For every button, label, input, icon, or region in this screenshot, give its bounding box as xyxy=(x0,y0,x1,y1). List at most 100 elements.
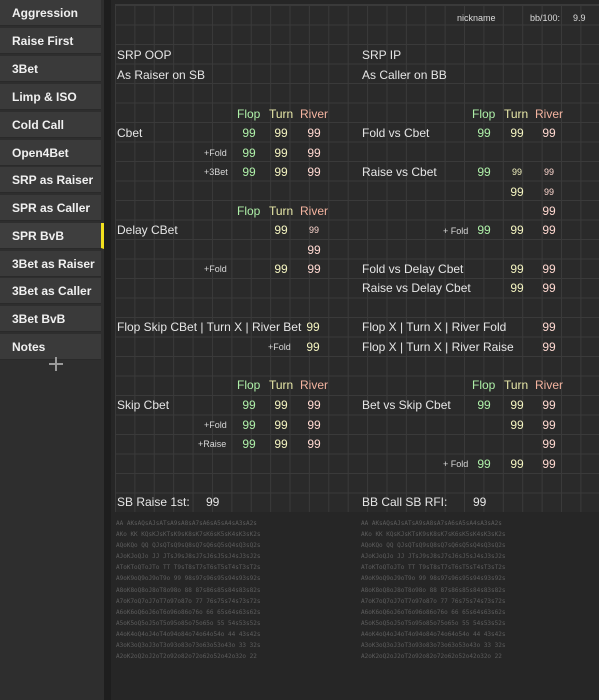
bb100-label: bb/100: xyxy=(530,13,561,23)
right-col-flop: Flop xyxy=(472,107,496,121)
bet-plus-fold-flop: 99 xyxy=(477,457,491,471)
left-range-grid: AA AKsAQsAJsATsA9sA8sA7sA6sA5sA4sA3sA2s … xyxy=(116,520,261,661)
sb-raise-first-label: SB Raise 1st: xyxy=(117,495,190,509)
plus-icon[interactable] xyxy=(49,356,65,372)
cbet-3bet-turn: 99 xyxy=(274,165,288,179)
flop-skip-fold-label: +Fold xyxy=(268,342,291,352)
left-col-turn: Turn xyxy=(269,107,294,121)
sidebar-item-aggression[interactable]: Aggression xyxy=(0,0,101,26)
raise-vs-cbet-flop: 99 xyxy=(477,165,491,179)
fold-vs-cbet-label: Fold vs Cbet xyxy=(362,126,430,140)
cbet-fold-river: 99 xyxy=(307,146,321,160)
delay-fold-turn: 99 xyxy=(274,262,288,276)
fold-vs-delay-river: 99 xyxy=(542,262,556,276)
sidebar-item-raise-first[interactable]: Raise First xyxy=(0,28,101,54)
cbet-fold-label: +Fold xyxy=(204,148,227,158)
bb-call-sb-rfi-label: BB Call SB RFI: xyxy=(362,495,448,509)
delay-fold-label: +Fold xyxy=(204,264,227,274)
right-col-river-2: River xyxy=(535,378,564,392)
sidebar-item-limp-iso[interactable]: Limp & ISO xyxy=(0,84,101,110)
delay-cbet-turn: 99 xyxy=(274,223,288,237)
fold-vs-cbet-turn: 99 xyxy=(510,126,524,140)
skip-fold-label: +Fold xyxy=(204,420,227,430)
skip-cbet-turn: 99 xyxy=(274,398,288,412)
fold-vs-cbet-flop: 99 xyxy=(477,126,491,140)
fold-vs-delay-label: Fold vs Delay Cbet xyxy=(362,262,464,276)
bet-plus-fold-river: 99 xyxy=(542,457,556,471)
skip-fold-river: 99 xyxy=(307,418,321,432)
bb100-value: 9.9 xyxy=(573,13,586,23)
sidebar-item-spr-as-caller[interactable]: SPR as Caller xyxy=(0,195,101,221)
cbet-river: 99 xyxy=(307,126,321,140)
raise-vs-cbet-river: 99 xyxy=(543,167,554,177)
left-col-turn-3: Turn xyxy=(269,378,294,392)
left-col-river: River xyxy=(300,107,329,121)
bet-vs-skip-flop: 99 xyxy=(477,398,491,412)
bet-vs-skip-label: Bet vs Skip Cbet xyxy=(362,398,451,412)
cbet-turn: 99 xyxy=(274,126,288,140)
flop-skip-river: 99 xyxy=(306,320,320,334)
cbet-fold-flop: 99 xyxy=(242,146,256,160)
left-col-flop-3: Flop xyxy=(237,378,261,392)
bet-vs-skip-river-3: 99 xyxy=(542,437,556,451)
skip-fold-flop: 99 xyxy=(242,418,256,432)
cbet-3bet-flop: 99 xyxy=(242,165,256,179)
sidebar-divider xyxy=(104,0,111,700)
skip-cbet-flop: 99 xyxy=(242,398,256,412)
bet-plus-fold-label: + Fold xyxy=(443,459,469,469)
bet-vs-skip-turn: 99 xyxy=(510,398,524,412)
sidebar-item-3bet-as-raiser[interactable]: 3Bet as Raiser xyxy=(0,251,101,277)
bet-vs-skip-river-2: 99 xyxy=(542,418,556,432)
delay-cbet-river: 99 xyxy=(308,225,319,235)
sidebar-item-3bet[interactable]: 3Bet xyxy=(0,56,101,82)
bb-call-sb-rfi-value: 99 xyxy=(473,495,487,509)
cbet-label: Cbet xyxy=(117,126,143,140)
left-title: SRP OOP xyxy=(117,48,172,62)
delay-plus-fold-river: 99 xyxy=(542,223,556,237)
sidebar-item-spr-bvb[interactable]: SPR BvB xyxy=(0,223,104,249)
skip-raise-flop: 99 xyxy=(242,437,256,451)
delay-fold-river: 99 xyxy=(307,262,321,276)
right-col-river: River xyxy=(535,107,564,121)
nickname-label: nickname xyxy=(457,13,496,23)
raise-vs-cbet-turn-2: 99 xyxy=(510,185,524,199)
bet-plus-fold-turn: 99 xyxy=(510,457,524,471)
skip-raise-turn: 99 xyxy=(274,437,288,451)
skip-raise-river: 99 xyxy=(307,437,321,451)
raise-vs-delay-turn: 99 xyxy=(510,281,524,295)
raise-vs-delay-label: Raise vs Delay Cbet xyxy=(362,281,471,295)
flop-x-fold-river: 99 xyxy=(542,320,556,334)
skip-fold-turn: 99 xyxy=(274,418,288,432)
flop-skip-label: Flop Skip CBet | Turn X | River Bet xyxy=(117,320,302,334)
main-panel: nickname bb/100: 9.9 SRP OOP As Raiser o… xyxy=(111,0,599,700)
skip-cbet-river: 99 xyxy=(307,398,321,412)
raise-vs-cbet-turn: 99 xyxy=(511,167,522,177)
skip-raise-label: +Raise xyxy=(198,439,227,449)
left-subtitle: As Raiser on SB xyxy=(117,68,206,82)
flop-x-fold-label: Flop X | Turn X | River Fold xyxy=(362,320,507,334)
sidebar-item-3bet-bvb[interactable]: 3Bet BvB xyxy=(0,306,101,332)
left-col-flop: Flop xyxy=(237,107,261,121)
sidebar-item-3bet-as-caller[interactable]: 3Bet as Caller xyxy=(0,278,101,304)
cbet-3bet-river: 99 xyxy=(307,165,321,179)
cbet-fold-turn: 99 xyxy=(274,146,288,160)
sidebar: Aggression Raise First 3Bet Limp & ISO C… xyxy=(0,0,104,700)
sidebar-item-cold-call[interactable]: Cold Call xyxy=(0,112,101,138)
raise-vs-cbet-river-2: 99 xyxy=(543,187,554,197)
left-col-flop-2: Flop xyxy=(237,204,261,218)
sidebar-item-srp-as-raiser[interactable]: SRP as Raiser xyxy=(0,167,101,193)
right-subtitle: As Caller on BB xyxy=(362,68,447,82)
cbet-flop: 99 xyxy=(242,126,256,140)
delay-cbet-label: Delay CBet xyxy=(117,223,178,237)
left-col-river-2: River xyxy=(300,204,329,218)
left-col-river-3: River xyxy=(300,378,329,392)
delay-plus-fold-label: + Fold xyxy=(443,226,469,236)
left-col-turn-2: Turn xyxy=(269,204,294,218)
stats-grid: nickname bb/100: 9.9 SRP OOP As Raiser o… xyxy=(115,4,599,512)
sidebar-item-open4bet[interactable]: Open4Bet xyxy=(0,140,101,166)
right-col-flop-2: Flop xyxy=(472,378,496,392)
flop-skip-fold-river: 99 xyxy=(306,340,320,354)
sb-raise-first-value: 99 xyxy=(206,495,220,509)
skip-cbet-label: Skip Cbet xyxy=(117,398,170,412)
cbet-3bet-label: +3Bet xyxy=(204,167,228,177)
